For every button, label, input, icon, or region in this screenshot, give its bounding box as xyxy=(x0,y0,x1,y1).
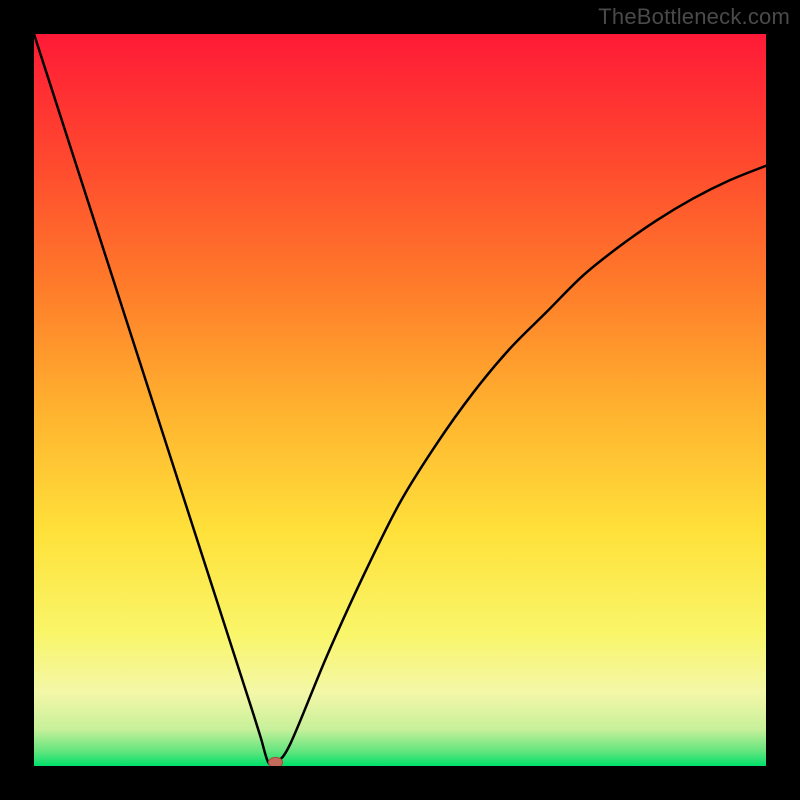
watermark-text: TheBottleneck.com xyxy=(598,4,790,30)
chart-svg xyxy=(34,34,766,766)
chart-frame: TheBottleneck.com xyxy=(0,0,800,800)
optimum-marker xyxy=(269,757,283,766)
plot-area xyxy=(34,34,766,766)
gradient-background xyxy=(34,34,766,766)
